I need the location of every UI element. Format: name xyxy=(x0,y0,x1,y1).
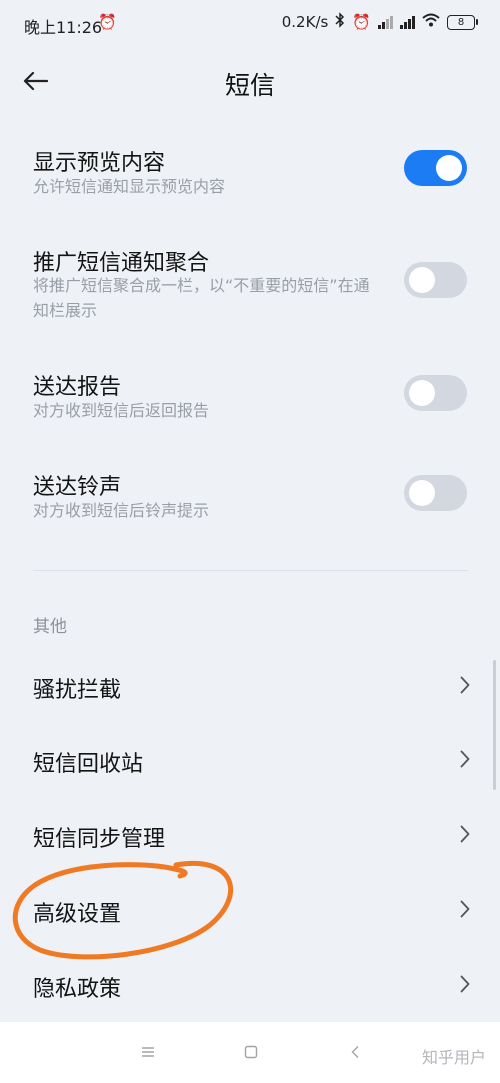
back-nav-button[interactable] xyxy=(343,1040,367,1064)
status-bar: 晚上11:26 ⏰ 0.2K/s ⏰ 8 xyxy=(0,0,500,48)
header: 短信 xyxy=(0,52,500,112)
chevron-left-icon xyxy=(351,1046,359,1058)
nav-item-label: 高级设置 xyxy=(33,902,122,927)
menu-icon xyxy=(142,1047,154,1057)
nav-item-label: 短信回收站 xyxy=(33,752,144,777)
setting-desc: 对方收到短信后铃声提示 xyxy=(33,501,210,520)
signal-icon xyxy=(378,15,393,29)
nav-item-advanced-settings[interactable]: 高级设置 xyxy=(0,880,500,940)
alarm-clock-icon: ⏰ xyxy=(352,13,371,31)
home-icon xyxy=(244,1045,258,1059)
system-nav-bar: 知乎用户 xyxy=(0,1022,500,1083)
toggle-delivery-sound[interactable] xyxy=(404,475,467,511)
nav-item-harassment-block[interactable]: 骚扰拦截 xyxy=(0,656,500,716)
page-title: 短信 xyxy=(224,71,275,100)
chevron-right-icon xyxy=(460,900,470,918)
watermark: 知乎用户 xyxy=(421,1048,486,1067)
setting-label: 送达报告 xyxy=(33,375,122,400)
battery-icon: 8 xyxy=(447,14,478,30)
chevron-right-icon xyxy=(460,975,470,993)
wifi-icon xyxy=(422,13,440,31)
nav-item-label: 短信同步管理 xyxy=(33,827,166,852)
setting-desc: 将推广短信聚合成一栏，以“不重要的短信”在通知栏展示 xyxy=(33,276,370,320)
menu-button[interactable] xyxy=(136,1040,160,1064)
home-button[interactable] xyxy=(239,1040,263,1064)
network-speed: 0.2K/s xyxy=(281,13,329,31)
scrollbar[interactable] xyxy=(493,660,496,790)
setting-desc: 允许短信通知显示预览内容 xyxy=(33,177,226,196)
setting-desc: 对方收到短信后返回报告 xyxy=(33,401,210,420)
status-time: 晚上11:26 xyxy=(24,18,103,37)
alarm-icon: ⏰ xyxy=(98,13,117,31)
hd-signal-icon xyxy=(400,15,415,29)
status-right: 0.2K/s ⏰ 8 xyxy=(282,12,478,32)
setting-delivery-sound[interactable]: 送达铃声 对方收到短信后铃声提示 xyxy=(0,465,500,535)
chevron-right-icon xyxy=(460,750,470,768)
nav-item-label: 骚扰拦截 xyxy=(33,678,122,703)
toggle-delivery-report[interactable] xyxy=(404,375,467,411)
setting-promo-aggregate[interactable]: 推广短信通知聚合 将推广短信聚合成一栏，以“不重要的短信”在通知栏展示 xyxy=(0,240,500,330)
setting-label: 送达铃声 xyxy=(33,475,122,500)
setting-label: 显示预览内容 xyxy=(33,151,166,176)
chevron-right-icon xyxy=(460,676,470,694)
bluetooth-icon xyxy=(335,12,345,32)
section-title-other: 其他 xyxy=(33,617,67,637)
nav-item-sync-management[interactable]: 短信同步管理 xyxy=(0,805,500,865)
setting-show-preview[interactable]: 显示预览内容 允许短信通知显示预览内容 xyxy=(0,140,500,210)
chevron-right-icon xyxy=(460,825,470,843)
nav-item-label: 隐私政策 xyxy=(33,977,122,1002)
nav-item-privacy-policy[interactable]: 隐私政策 xyxy=(0,955,500,1015)
battery-level: 8 xyxy=(447,14,475,30)
section-divider xyxy=(33,570,468,571)
toggle-promo-aggregate[interactable] xyxy=(404,262,467,298)
nav-item-recycle-bin[interactable]: 短信回收站 xyxy=(0,730,500,790)
setting-delivery-report[interactable]: 送达报告 对方收到短信后返回报告 xyxy=(0,365,500,435)
toggle-show-preview[interactable] xyxy=(404,150,467,186)
